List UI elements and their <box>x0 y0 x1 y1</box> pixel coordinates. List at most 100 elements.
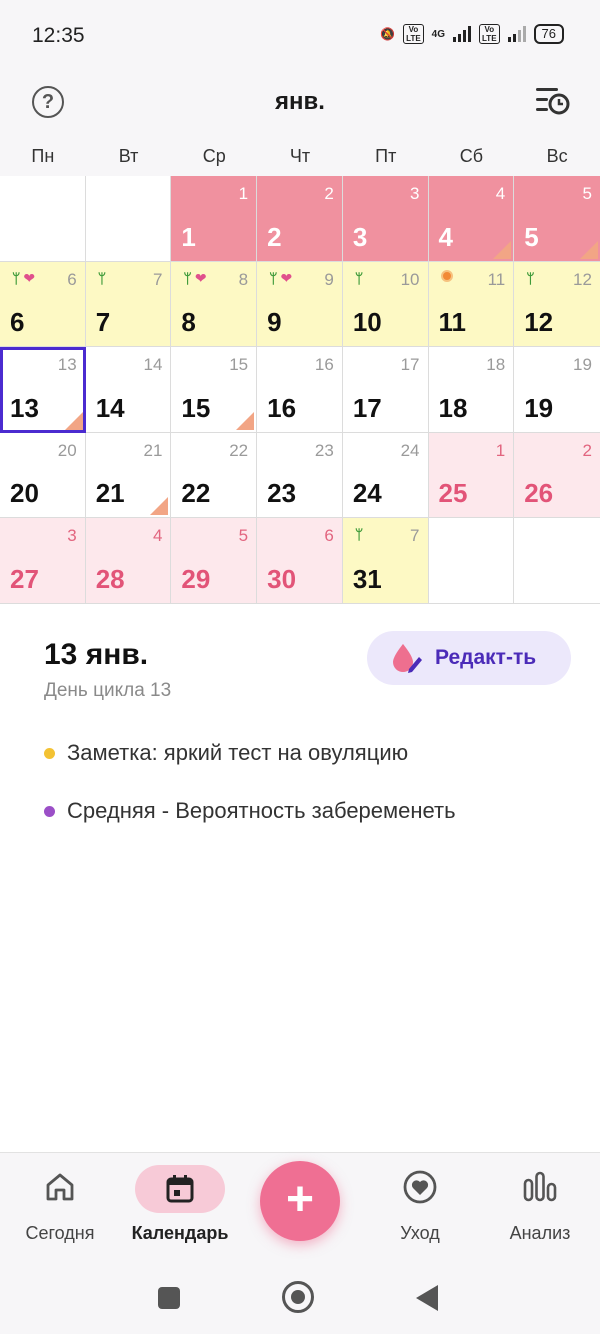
date-number: 19 <box>524 392 554 423</box>
nav-analysis[interactable]: Анализ <box>480 1165 600 1244</box>
edit-button[interactable]: Редакт-ть <box>367 631 571 685</box>
cycle-day-number: 1 <box>238 184 249 203</box>
month-title[interactable]: янв. <box>0 88 600 116</box>
cycle-day-number: 3 <box>410 184 420 203</box>
day-cell[interactable]: 24 24 <box>342 432 429 519</box>
day-cell[interactable]: 5 29 <box>171 518 258 604</box>
signal-icon <box>453 26 472 42</box>
cycle-day-number: 2 <box>582 440 592 460</box>
note-dot <box>44 747 55 759</box>
day-cell[interactable]: ᛘ 7 7 <box>85 261 172 348</box>
day-cell[interactable]: 23 23 <box>257 432 343 519</box>
day-marks: ᛘ ❤ <box>12 270 35 287</box>
cycle-day-number: 20 <box>57 440 77 460</box>
cycle-day-number: 21 <box>143 440 163 460</box>
day-marks: ᛘ ❤ <box>269 270 292 287</box>
cycle-day-number: 2 <box>324 184 334 203</box>
day-cell[interactable]: 33 <box>342 176 429 262</box>
cycle-day-number: 22 <box>229 440 249 460</box>
day-cell[interactable]: 16 16 <box>257 347 343 433</box>
day-marks <box>440 269 453 282</box>
battery-icon: 76 <box>533 24 564 44</box>
nav-today-label: Сегодня <box>25 1223 95 1243</box>
day-cell[interactable]: ᛘ 10 10 <box>342 261 429 348</box>
day-cell[interactable]: 2 26 <box>514 432 600 519</box>
edit-button-label: Редакт-ть <box>435 646 537 669</box>
nav-today[interactable]: Сегодня <box>0 1165 120 1244</box>
cycle-day-number: 16 <box>314 355 334 375</box>
add-button[interactable]: + <box>260 1161 340 1241</box>
back-button[interactable] <box>416 1285 438 1311</box>
day-cell[interactable]: 55 <box>514 176 600 262</box>
cycle-day-number: 5 <box>582 184 592 203</box>
recents-button[interactable] <box>158 1287 180 1309</box>
day-cell[interactable]: 17 17 <box>342 347 429 433</box>
day-cell[interactable]: 11 <box>171 176 258 262</box>
day-marks: ᛘ <box>98 270 106 286</box>
weekday-label: Сб <box>459 146 484 166</box>
day-cell[interactable]: 11 11 <box>428 261 515 348</box>
day-cell[interactable]: 15 15 <box>171 347 258 433</box>
probability-text: Средняя - Вероятность забеременеть <box>67 798 456 823</box>
history-list-icon[interactable] <box>534 84 570 116</box>
cycle-day-number: 18 <box>486 355 506 375</box>
date-number: 25 <box>438 478 468 509</box>
day-cell[interactable]: 22 22 <box>171 432 258 519</box>
cycle-day-number: 6 <box>324 526 334 546</box>
status-bar: 12:35 🔕 Vo LTE 4G Vo LTE 76 <box>0 0 600 70</box>
nav-care[interactable]: Уход <box>360 1165 480 1244</box>
day-cell[interactable]: 20 20 <box>0 432 86 519</box>
day-marks: ᛘ <box>526 270 534 286</box>
weekday-label: Пт <box>375 146 397 166</box>
cycle-day-number: 7 <box>152 269 163 289</box>
cycle-day-number: 5 <box>238 526 249 546</box>
day-cell[interactable]: ᛘ ❤ 8 8 <box>171 261 258 348</box>
home-button[interactable] <box>282 1281 314 1313</box>
day-cell[interactable]: ᛘ ❤ 6 6 <box>0 261 86 348</box>
day-cell[interactable]: 22 <box>257 176 343 262</box>
nav-calendar-label: Календарь <box>131 1223 229 1243</box>
sprout-icon: ᛘ <box>354 269 364 286</box>
day-marks: ᛘ <box>355 526 363 542</box>
day-cell[interactable]: 1 25 <box>428 432 515 519</box>
day-cell[interactable]: 13 13 <box>0 347 86 433</box>
weekday-header: Пн Вт Ср Чт Пт Сб Вс <box>0 136 600 176</box>
day-cell[interactable]: ᛘ 12 12 <box>514 261 600 348</box>
date-number: 9 <box>267 307 282 338</box>
empty-day-cell <box>514 518 600 604</box>
note-corner-icon <box>493 240 512 259</box>
day-cell[interactable]: 18 18 <box>428 347 515 433</box>
day-cell[interactable]: 44 <box>428 176 515 262</box>
cycle-day-number: 17 <box>400 355 420 375</box>
heart-care-icon <box>403 1170 437 1204</box>
ovulation-icon <box>440 269 453 282</box>
heart-icon: ❤ <box>23 269 36 286</box>
probability-dot <box>44 805 55 817</box>
date-number: 2 <box>267 221 282 252</box>
cycle-day: День цикла 13 <box>44 680 172 701</box>
day-cell[interactable]: 19 19 <box>514 347 600 433</box>
date-number: 1 <box>181 221 196 252</box>
sprout-icon: ᛘ <box>183 269 192 286</box>
calendar-week-row: 20 20 21 21 22 22 23 23 24 24 1 25 2 26 <box>0 432 600 519</box>
empty-day-cell <box>428 518 515 604</box>
selected-date: 13 янв. <box>44 638 149 671</box>
day-cell[interactable]: 4 28 <box>85 518 172 604</box>
day-cell[interactable]: 14 14 <box>85 347 172 433</box>
day-cell[interactable]: 6 30 <box>257 518 343 604</box>
date-number: 4 <box>438 221 453 252</box>
day-cell[interactable]: ᛘ 7 31 <box>342 518 429 604</box>
cycle-day-number: 11 <box>487 269 506 289</box>
day-marks: ᛘ <box>355 270 363 286</box>
date-number: 8 <box>181 307 196 338</box>
day-cell[interactable]: 3 27 <box>0 518 86 604</box>
weekday-label: Вс <box>546 146 568 166</box>
cycle-day-number: 6 <box>67 269 77 289</box>
day-cell[interactable]: ᛘ ❤ 9 9 <box>257 261 343 348</box>
calendar-week-row: 1122334455 <box>0 176 600 262</box>
home-icon <box>46 1173 74 1201</box>
system-navigation <box>0 1281 600 1321</box>
cycle-day-number: 4 <box>152 526 163 546</box>
nav-calendar[interactable]: Календарь <box>120 1165 240 1244</box>
day-cell[interactable]: 21 21 <box>85 432 172 519</box>
